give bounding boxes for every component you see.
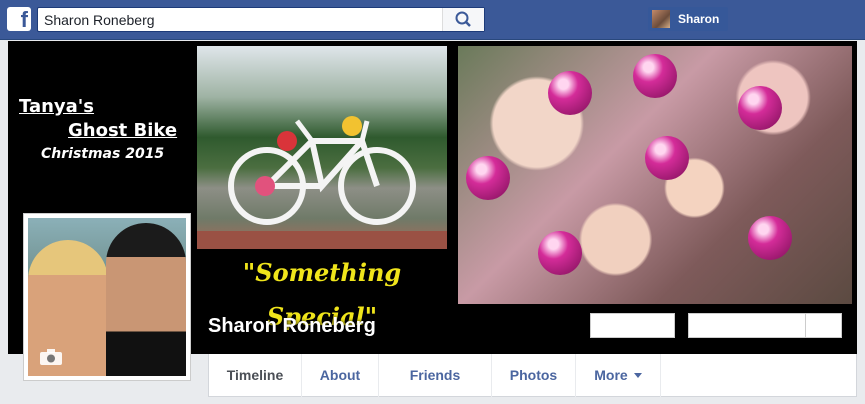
ornament bbox=[466, 156, 510, 200]
facebook-logo-icon[interactable]: f bbox=[7, 7, 31, 32]
ornament bbox=[633, 54, 677, 98]
cover-action-button[interactable] bbox=[590, 313, 675, 338]
chevron-down-icon bbox=[633, 373, 642, 378]
tab-timeline[interactable]: Timeline bbox=[209, 354, 302, 397]
tab-more[interactable]: More bbox=[576, 354, 661, 397]
cover-action-button[interactable] bbox=[688, 313, 806, 338]
ornament bbox=[645, 136, 689, 180]
profile-name[interactable]: Sharon Roneberg bbox=[208, 315, 376, 338]
search-box[interactable]: Sharon Roneberg bbox=[37, 7, 485, 32]
wooden-deck bbox=[197, 231, 447, 249]
cover-title-line-3: Christmas 2015 bbox=[41, 146, 165, 162]
tab-photos[interactable]: Photos bbox=[492, 354, 576, 397]
profile-tabs: Timeline About Friends Photos More bbox=[208, 354, 857, 397]
camera-icon[interactable] bbox=[39, 348, 63, 366]
tab-more-label: More bbox=[594, 367, 628, 383]
person-figure bbox=[106, 223, 186, 376]
cover-more-button[interactable] bbox=[805, 313, 842, 338]
cover-title-line-2: Ghost Bike bbox=[68, 120, 178, 141]
tab-friends[interactable]: Friends bbox=[379, 354, 492, 397]
search-icon bbox=[455, 11, 471, 27]
bicycle-icon bbox=[228, 116, 416, 225]
ornament bbox=[738, 86, 782, 130]
christmas-flowers-photo bbox=[458, 46, 852, 304]
cover-tagline: "Something Special" bbox=[242, 258, 402, 331]
search-button[interactable] bbox=[442, 8, 484, 31]
avatar bbox=[652, 10, 670, 28]
cover-title-line-1: Tanya's bbox=[19, 96, 95, 117]
ghost-bike-photo bbox=[197, 46, 447, 249]
profile-shortcut-name: Sharon bbox=[678, 12, 720, 26]
profile-photo bbox=[28, 218, 186, 376]
profile-picture[interactable] bbox=[23, 213, 191, 381]
tab-about[interactable]: About bbox=[302, 354, 379, 397]
cover-title-block: Tanya's Ghost Bike Christmas 2015 bbox=[8, 96, 198, 216]
search-input[interactable]: Sharon Roneberg bbox=[44, 12, 155, 28]
facebook-profile-page: f Sharon Roneberg Sharon Tanya's Ghost B… bbox=[0, 0, 865, 404]
ornament bbox=[538, 231, 582, 275]
profile-shortcut[interactable]: Sharon bbox=[648, 7, 728, 31]
ornament bbox=[548, 71, 592, 115]
top-navigation-bar: f Sharon Roneberg Sharon bbox=[0, 0, 865, 40]
ornament bbox=[748, 216, 792, 260]
